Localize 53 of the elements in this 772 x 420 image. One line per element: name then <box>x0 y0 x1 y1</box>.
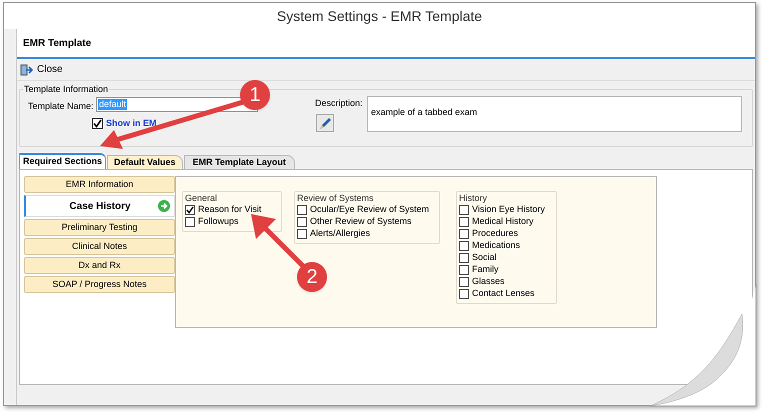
pen-icon <box>318 116 332 130</box>
arrow-circle-icon <box>158 200 170 212</box>
edit-button[interactable] <box>316 114 334 132</box>
tab[interactable]: Default Values <box>107 155 183 169</box>
section-button[interactable]: SOAP / Progress Notes <box>24 276 175 293</box>
checkbox-label: Reason for Visit <box>198 203 262 216</box>
checkbox-label: Social <box>472 251 497 264</box>
field-value: example of a tabbed exam <box>371 107 478 117</box>
window-title: System Settings - EMR Template <box>276 6 482 26</box>
section-button[interactable]: Clinical Notes <box>24 238 175 255</box>
checkbox[interactable] <box>297 229 307 239</box>
checkbox[interactable] <box>459 241 469 251</box>
checkbox[interactable] <box>297 205 307 215</box>
checkbox-label: Alerts/Allergies <box>310 227 370 240</box>
checkbox-label: Show in EM <box>106 117 156 130</box>
checkbox[interactable] <box>92 118 103 130</box>
header-title: EMR Template <box>23 36 92 50</box>
checkbox[interactable] <box>459 265 469 275</box>
checkbox[interactable] <box>459 277 469 287</box>
section-button[interactable]: Dx and Rx <box>24 257 175 274</box>
tab[interactable]: EMR Template Layout <box>184 155 295 169</box>
checkbox[interactable] <box>297 217 307 227</box>
group-title: History <box>459 192 488 204</box>
checkbox-label: Other Review of Systems <box>310 215 412 228</box>
section-button[interactable]: Case History <box>24 195 175 217</box>
field-value: default <box>98 99 128 110</box>
checkbox-label: Ocular/Eye Review of System <box>310 203 430 216</box>
tab[interactable]: Required Sections <box>19 153 106 169</box>
checkbox-label: Procedures <box>472 227 518 240</box>
checkbox[interactable] <box>185 205 195 215</box>
checkbox-label: Followups <box>198 215 239 228</box>
field-label: Description: <box>315 97 363 110</box>
checkbox-label: Family <box>472 263 498 276</box>
checkbox-label: Medications <box>472 239 520 252</box>
checkbox[interactable] <box>459 289 469 299</box>
section-button[interactable]: Preliminary Testing <box>24 219 175 236</box>
group-title: General <box>185 192 218 204</box>
group-title: Review of Systems <box>297 192 375 204</box>
checkbox-label: Glasses <box>472 275 505 288</box>
checkbox[interactable] <box>459 205 469 215</box>
checkbox-label: Contact Lenses <box>472 287 535 300</box>
checkbox[interactable] <box>459 229 469 239</box>
checkbox-label: Medical History <box>472 215 534 228</box>
checkbox[interactable] <box>459 253 469 263</box>
close-button[interactable]: Close <box>19 62 64 77</box>
checkbox[interactable] <box>185 217 195 227</box>
description-field[interactable]: example of a tabbed exam <box>367 96 742 132</box>
checkbox-label: Vision Eye History <box>472 203 545 216</box>
checkbox[interactable] <box>459 217 469 227</box>
group-legend: Template Information <box>23 83 110 96</box>
section-button[interactable]: EMR Information <box>24 176 175 193</box>
exit-door-icon <box>20 64 33 76</box>
field-label: Template Name: <box>28 100 94 113</box>
